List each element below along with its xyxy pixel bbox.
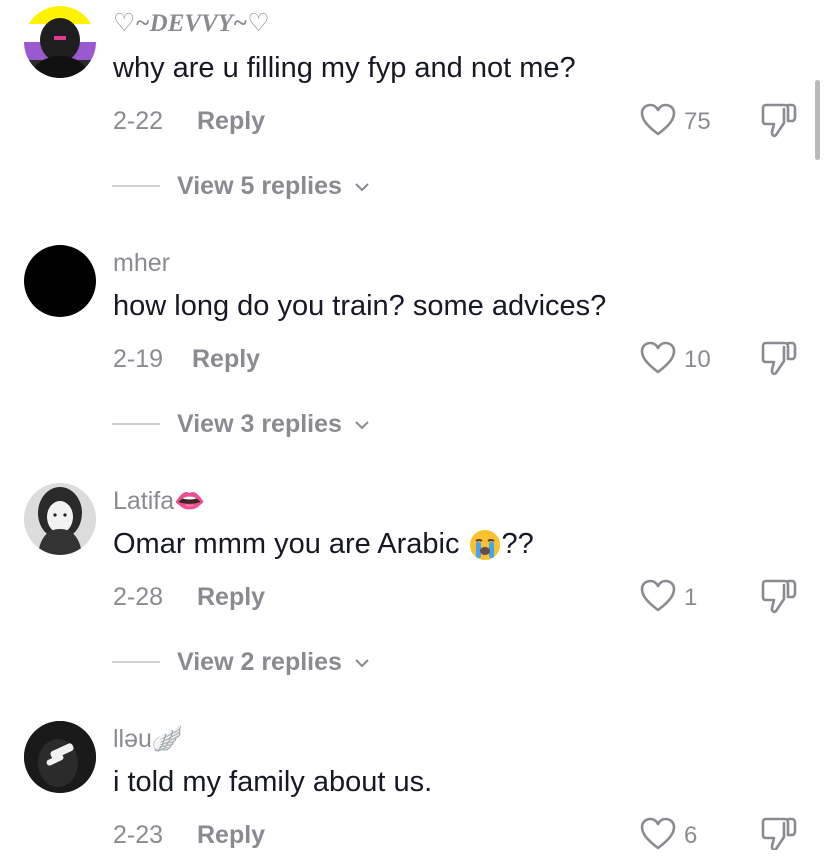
- comment-date: 2-19: [113, 345, 164, 373]
- like-count: 75: [684, 108, 711, 135]
- comment-username[interactable]: llǝu🪽: [113, 725, 183, 754]
- view-replies-label: View 3 replies: [177, 410, 342, 438]
- like-button[interactable]: [640, 103, 680, 139]
- avatar[interactable]: [24, 721, 96, 793]
- like-button[interactable]: [640, 579, 680, 615]
- chevron-down-icon: [355, 659, 369, 668]
- divider-line: [112, 185, 160, 187]
- comment-text-main: Omar mmm you are Arabic: [113, 528, 468, 560]
- like-button[interactable]: [640, 817, 680, 853]
- heart-outline-icon: [640, 817, 676, 850]
- comment-text-suffix: ??: [501, 528, 534, 560]
- chevron-down-icon: [355, 183, 369, 192]
- chevron-down-icon: [355, 421, 369, 430]
- comment-username[interactable]: ♡~DEVVY~♡: [113, 8, 270, 38]
- comment-username[interactable]: mher: [113, 249, 170, 278]
- dislike-button[interactable]: [760, 577, 800, 617]
- avatar[interactable]: [24, 483, 96, 555]
- divider-line: [112, 661, 160, 663]
- reply-button[interactable]: Reply: [197, 107, 265, 136]
- view-replies-button[interactable]: View 3 replies: [177, 410, 369, 439]
- like-count: 10: [684, 346, 711, 373]
- heart-outline-icon: [640, 103, 676, 136]
- view-replies-button[interactable]: View 2 replies: [177, 648, 369, 677]
- reply-button[interactable]: Reply: [197, 821, 265, 850]
- avatar[interactable]: [24, 6, 96, 78]
- heart-outline-icon: [640, 579, 676, 612]
- heart-outline-icon: [640, 341, 676, 374]
- thumbs-down-icon: [761, 817, 797, 852]
- comment-date: 2-22: [113, 107, 164, 135]
- comment-date: 2-23: [113, 821, 164, 849]
- thumbs-down-icon: [761, 579, 797, 614]
- avatar[interactable]: [24, 245, 96, 317]
- view-replies-label: View 5 replies: [177, 172, 342, 200]
- comment-date: 2-28: [113, 583, 164, 611]
- reply-button[interactable]: Reply: [197, 583, 265, 612]
- comment-text: how long do you train? some advices?: [113, 290, 607, 322]
- comment-text: i told my family about us.: [113, 766, 433, 798]
- dislike-button[interactable]: [760, 339, 800, 379]
- dislike-button[interactable]: [760, 101, 800, 141]
- dislike-button[interactable]: [760, 815, 800, 855]
- comment-text: Omar mmm you are Arabic ??: [113, 528, 534, 562]
- view-replies-label: View 2 replies: [177, 648, 342, 676]
- loudly-crying-face-emoji: [469, 530, 500, 561]
- scrollbar[interactable]: [815, 80, 820, 160]
- reply-button[interactable]: Reply: [192, 345, 260, 374]
- like-count: 1: [684, 584, 698, 611]
- like-count: 6: [684, 822, 698, 849]
- view-replies-button[interactable]: View 5 replies: [177, 172, 369, 201]
- like-button[interactable]: [640, 341, 680, 377]
- thumbs-down-icon: [761, 103, 797, 138]
- divider-line: [112, 423, 160, 425]
- thumbs-down-icon: [761, 341, 797, 376]
- comment-username[interactable]: Latifa👄: [113, 487, 205, 516]
- comment-text: why are u filling my fyp and not me?: [113, 52, 576, 84]
